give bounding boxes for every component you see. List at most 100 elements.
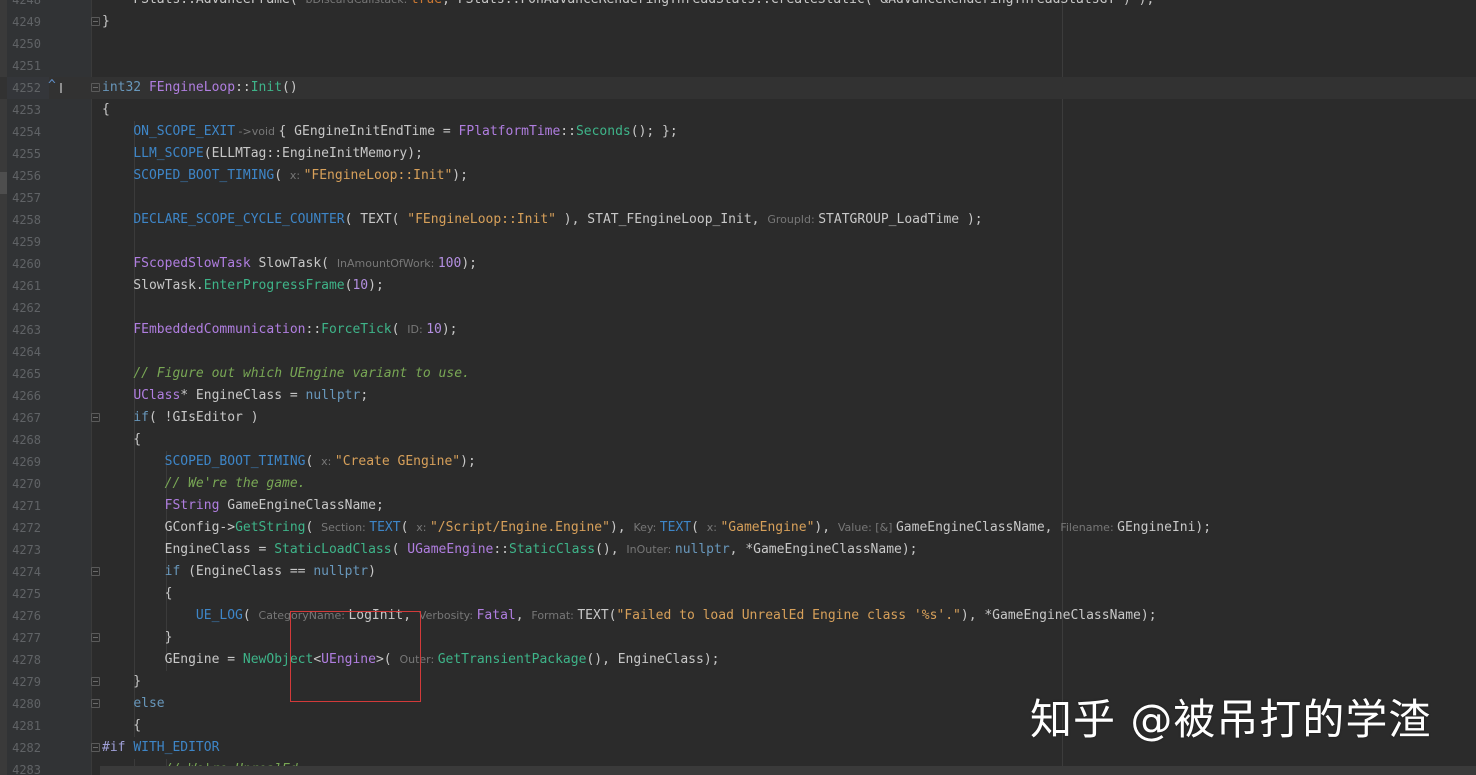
line-number[interactable]: 4254 <box>7 121 49 143</box>
code-text[interactable]: { <box>102 99 110 121</box>
code-line[interactable]: 4272 GConfig->GetString( Section: TEXT( … <box>0 517 1476 539</box>
code-text[interactable]: } <box>102 11 110 33</box>
line-number[interactable]: 4252 <box>7 77 49 99</box>
code-line[interactable]: 4271 FString GameEngineClassName; <box>0 495 1476 517</box>
code-text[interactable]: SCOPED_BOOT_TIMING( x: "Create GEngine")… <box>102 451 476 473</box>
line-number[interactable]: 4283 <box>7 759 49 775</box>
line-number[interactable]: 4277 <box>7 627 49 649</box>
code-text[interactable]: int32 FEngineLoop::Init() <box>102 77 298 99</box>
code-text[interactable]: LLM_SCOPE(ELLMTag::EngineInitMemory); <box>102 143 423 165</box>
line-number[interactable]: 4262 <box>7 297 49 319</box>
line-number[interactable]: 4251 <box>7 55 49 77</box>
code-text[interactable]: UClass* EngineClass = nullptr; <box>102 385 368 407</box>
code-line[interactable]: 4277 } <box>0 627 1476 649</box>
code-text[interactable]: { <box>102 583 173 605</box>
line-number[interactable]: 4263 <box>7 319 49 341</box>
code-line[interactable]: 4254 ON_SCOPE_EXIT ->void { GEngineInitE… <box>0 121 1476 143</box>
code-line[interactable]: 4275 { <box>0 583 1476 605</box>
line-number[interactable]: 4250 <box>7 33 49 55</box>
code-text[interactable]: GConfig->GetString( Section: TEXT( x: "/… <box>102 517 1211 539</box>
code-text[interactable]: // We're the game. <box>102 473 306 495</box>
line-number[interactable]: 4260 <box>7 253 49 275</box>
line-number[interactable]: 4266 <box>7 385 49 407</box>
line-number[interactable]: 4274 <box>7 561 49 583</box>
code-lines[interactable]: 4248 FStats::AdvanceFrame( bDiscardCalls… <box>0 0 1476 775</box>
line-number[interactable]: 4276 <box>7 605 49 627</box>
code-line[interactable]: 4263 FEmbeddedCommunication::ForceTick( … <box>0 319 1476 341</box>
code-line[interactable]: 4270 // We're the game. <box>0 473 1476 495</box>
code-editor[interactable]: 4248 FStats::AdvanceFrame( bDiscardCalls… <box>0 0 1476 775</box>
code-line[interactable]: 4262 <box>0 297 1476 319</box>
code-line[interactable]: 4264 <box>0 341 1476 363</box>
code-text[interactable]: // Figure out which UEngine variant to u… <box>102 363 470 385</box>
fold-toggle-icon[interactable] <box>91 677 100 686</box>
code-text[interactable]: EngineClass = StaticLoadClass( UGameEngi… <box>102 539 918 561</box>
line-number[interactable]: 4273 <box>7 539 49 561</box>
line-number[interactable]: 4268 <box>7 429 49 451</box>
code-line[interactable]: 4250 <box>0 33 1476 55</box>
code-text[interactable]: else <box>102 693 164 715</box>
line-number[interactable]: 4269 <box>7 451 49 473</box>
code-text[interactable]: SCOPED_BOOT_TIMING( x: "FEngineLoop::Ini… <box>102 165 468 187</box>
code-text[interactable]: { <box>102 715 141 737</box>
code-line[interactable]: 4265 // Figure out which UEngine variant… <box>0 363 1476 385</box>
line-number[interactable]: 4248 <box>7 0 49 11</box>
code-line[interactable]: 4259 <box>0 231 1476 253</box>
code-line[interactable]: 4253 { <box>0 99 1476 121</box>
line-number[interactable]: 4258 <box>7 209 49 231</box>
code-text[interactable]: if (EngineClass == nullptr) <box>102 561 376 583</box>
code-line[interactable]: 4274 if (EngineClass == nullptr) <box>0 561 1476 583</box>
horizontal-scrollbar[interactable] <box>100 766 1476 775</box>
code-line[interactable]: 4266 UClass* EngineClass = nullptr; <box>0 385 1476 407</box>
code-line[interactable]: 4278 GEngine = NewObject<UEngine>( Outer… <box>0 649 1476 671</box>
code-text[interactable]: FString GameEngineClassName; <box>102 495 384 517</box>
line-number[interactable]: 4261 <box>7 275 49 297</box>
line-number[interactable]: 4267 <box>7 407 49 429</box>
code-line[interactable]: 4260 FScopedSlowTask SlowTask( InAmountO… <box>0 253 1476 275</box>
code-text[interactable]: SlowTask.EnterProgressFrame(10); <box>102 275 383 297</box>
code-line[interactable]: 4249} <box>0 11 1476 33</box>
line-number[interactable]: 4265 <box>7 363 49 385</box>
line-number[interactable]: 4255 <box>7 143 49 165</box>
line-number[interactable]: 4271 <box>7 495 49 517</box>
code-text[interactable]: FEmbeddedCommunication::ForceTick( ID: 1… <box>102 319 457 341</box>
code-text[interactable]: #if WITH_EDITOR <box>102 737 219 759</box>
code-text[interactable]: UE_LOG( CategoryName: LogInit, Verbosity… <box>102 605 1157 627</box>
line-number[interactable]: 4270 <box>7 473 49 495</box>
line-number[interactable]: 4272 <box>7 517 49 539</box>
line-number[interactable]: 4282 <box>7 737 49 759</box>
code-text[interactable]: FStats::AdvanceFrame( bDiscardCallstack:… <box>102 0 1154 11</box>
code-line[interactable]: 4267 if( !GIsEditor ) <box>0 407 1476 429</box>
line-number[interactable]: 4278 <box>7 649 49 671</box>
code-line[interactable]: 4276 UE_LOG( CategoryName: LogInit, Verb… <box>0 605 1476 627</box>
code-line[interactable]: 4268 { <box>0 429 1476 451</box>
code-line[interactable]: 4256 SCOPED_BOOT_TIMING( x: "FEngineLoop… <box>0 165 1476 187</box>
fold-toggle-icon[interactable] <box>91 743 100 752</box>
line-number[interactable]: 4249 <box>7 11 49 33</box>
code-line[interactable]: 4258 DECLARE_SCOPE_CYCLE_COUNTER( TEXT( … <box>0 209 1476 231</box>
code-text[interactable]: DECLARE_SCOPE_CYCLE_COUNTER( TEXT( "FEng… <box>102 209 982 231</box>
fold-toggle-icon[interactable] <box>91 413 100 422</box>
line-number[interactable]: 4257 <box>7 187 49 209</box>
fold-toggle-icon[interactable] <box>91 699 100 708</box>
code-line[interactable]: 4252 ^ int32 FEngineLoop::Init() <box>0 77 1476 99</box>
code-line[interactable]: 4248 FStats::AdvanceFrame( bDiscardCalls… <box>0 0 1476 11</box>
override-marker-icon[interactable]: ^ <box>48 75 56 97</box>
code-text[interactable]: ON_SCOPE_EXIT ->void { GEngineInitEndTim… <box>102 121 677 143</box>
code-line[interactable]: 4255 LLM_SCOPE(ELLMTag::EngineInitMemory… <box>0 143 1476 165</box>
code-line[interactable]: 4251 <box>0 55 1476 77</box>
code-text[interactable]: } <box>102 671 141 693</box>
line-number[interactable]: 4279 <box>7 671 49 693</box>
code-line[interactable]: 4273 EngineClass = StaticLoadClass( UGam… <box>0 539 1476 561</box>
line-number[interactable]: 4275 <box>7 583 49 605</box>
fold-toggle-icon[interactable] <box>91 83 100 92</box>
fold-toggle-icon[interactable] <box>91 633 100 642</box>
line-number[interactable]: 4280 <box>7 693 49 715</box>
line-number[interactable]: 4264 <box>7 341 49 363</box>
line-number[interactable]: 4253 <box>7 99 49 121</box>
fold-toggle-icon[interactable] <box>91 17 100 26</box>
line-number[interactable]: 4281 <box>7 715 49 737</box>
code-text[interactable]: if( !GIsEditor ) <box>102 407 258 429</box>
fold-toggle-icon[interactable] <box>91 567 100 576</box>
code-text[interactable]: } <box>102 627 173 649</box>
